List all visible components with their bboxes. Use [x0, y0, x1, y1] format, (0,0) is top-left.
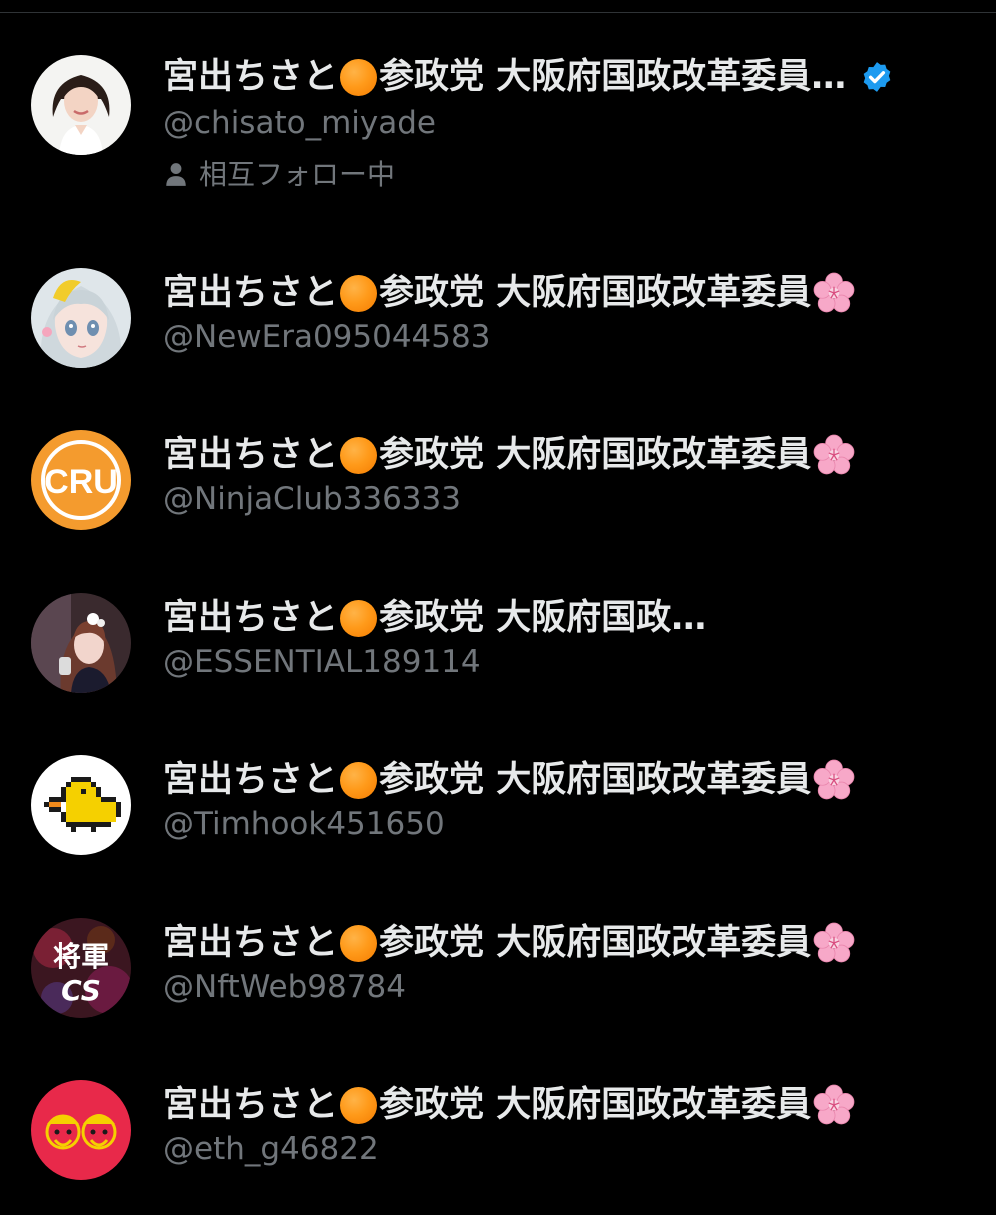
display-name-text-suffix: 参政党 大阪府国政改革委員… — [379, 57, 847, 97]
display-name-text-suffix: 参政党 大阪府国政改革委員 — [379, 1085, 812, 1125]
account-handle[interactable]: @eth_g46822 — [163, 1129, 379, 1169]
account-row-6[interactable]: 将軍 CS 宮出ちさと 参政党 大阪府国政改革委員 @NftWeb98784 — [0, 903, 996, 1053]
display-name-text-suffix: 参政党 大阪府国政改革委員 — [379, 273, 812, 313]
display-name-text: 宮出ちさと — [163, 435, 339, 475]
display-name[interactable]: 宮出ちさと 参政党 大阪府国政改革委員 — [163, 920, 855, 964]
display-name[interactable]: 宮出ちさと 参政党 大阪府国政改革委員 — [163, 757, 855, 801]
account-handle[interactable]: @NewEra095044583 — [163, 317, 490, 357]
orange-circle-icon — [340, 924, 378, 962]
display-name[interactable]: 宮出ちさと 参政党 大阪府国政改革委員 — [163, 432, 855, 476]
account-row-4[interactable]: 宮出ちさと 参政党 大阪府国政… @ESSENTIAL189114 — [0, 578, 996, 728]
avatar-logo-text: CRU — [44, 463, 118, 501]
anime-girl-avatar[interactable] — [31, 268, 131, 368]
cherry-blossom-icon — [813, 922, 855, 963]
display-name[interactable]: 宮出ちさと 参政党 大阪府国政… — [163, 595, 706, 639]
orange-circle-icon — [340, 58, 378, 96]
display-name-text: 宮出ちさと — [163, 273, 339, 313]
display-name-text: 宮出ちさと — [163, 598, 339, 638]
account-handle[interactable]: @Timhook451650 — [163, 804, 445, 844]
cherry-blossom-icon — [813, 434, 855, 475]
display-name[interactable]: 宮出ちさと 参政党 大阪府国政改革委員 — [163, 1082, 855, 1126]
account-handle[interactable]: @chisato_miyade — [163, 103, 436, 143]
follow-status: 相互フォロー中 — [163, 157, 395, 193]
display-name-text: 宮出ちさと — [163, 57, 339, 97]
display-name-text: 宮出ちさと — [163, 1085, 339, 1125]
cru-logo-avatar[interactable]: CRU — [31, 430, 131, 530]
account-row-3[interactable]: CRU 宮出ちさと 参政党 大阪府国政改革委員 @NinjaClub336333 — [0, 415, 996, 565]
display-name-text-suffix: 参政党 大阪府国政改革委員 — [379, 435, 812, 475]
display-name-text: 宮出ちさと — [163, 923, 339, 963]
account-handle[interactable]: @ESSENTIAL189114 — [163, 642, 481, 682]
display-name-text-suffix: 参政党 大阪府国政改革委員 — [379, 923, 812, 963]
account-handle[interactable]: @NftWeb98784 — [163, 967, 406, 1007]
orange-circle-icon — [340, 761, 378, 799]
display-name-text-suffix: 参政党 大阪府国政… — [379, 598, 707, 638]
display-name[interactable]: 宮出ちさと 参政党 大阪府国政改革委員… — [163, 54, 894, 98]
cherry-blossom-icon — [813, 759, 855, 800]
orange-circle-icon — [340, 599, 378, 637]
pixel-chick-avatar[interactable] — [31, 755, 131, 855]
orange-circle-icon — [340, 274, 378, 312]
account-list: 宮出ちさと 参政党 大阪府国政改革委員… @chisato_miyade 相互フォ… — [0, 0, 996, 1200]
display-name-text: 宮出ちさと — [163, 760, 339, 800]
account-row-7[interactable]: 宮出ちさと 参政党 大阪府国政改革委員 @eth_g46822 — [0, 1065, 996, 1215]
person-icon — [166, 163, 186, 186]
account-row-2[interactable]: 宮出ちさと 参政党 大阪府国政改革委員 @NewEra095044583 — [0, 253, 996, 403]
avatar-text-kanji: 将軍 — [53, 940, 109, 973]
account-row-5[interactable]: 宮出ちさと 参政党 大阪府国政改革委員 @Timhook451650 — [0, 740, 996, 890]
verified-badge-icon — [863, 62, 891, 92]
display-name[interactable]: 宮出ちさと 参政党 大阪府国政改革委員 — [163, 270, 855, 314]
account-handle[interactable]: @NinjaClub336333 — [163, 479, 461, 519]
woman-photo-avatar[interactable] — [31, 593, 131, 693]
cartoon-faces-avatar[interactable] — [31, 1080, 131, 1180]
woman-portrait-avatar[interactable] — [31, 55, 131, 155]
orange-circle-icon — [340, 436, 378, 474]
avatar-text-cs: CS — [61, 974, 101, 1007]
orange-circle-icon — [340, 1086, 378, 1124]
follow-status-text: 相互フォロー中 — [199, 158, 396, 191]
shogun-cs-avatar[interactable]: 将軍 CS — [31, 918, 131, 1018]
cherry-blossom-icon — [813, 1084, 855, 1125]
account-row-1[interactable]: 宮出ちさと 参政党 大阪府国政改革委員… @chisato_miyade 相互フォ… — [0, 40, 996, 193]
display-name-text-suffix: 参政党 大阪府国政改革委員 — [379, 760, 812, 800]
cherry-blossom-icon — [813, 272, 855, 313]
